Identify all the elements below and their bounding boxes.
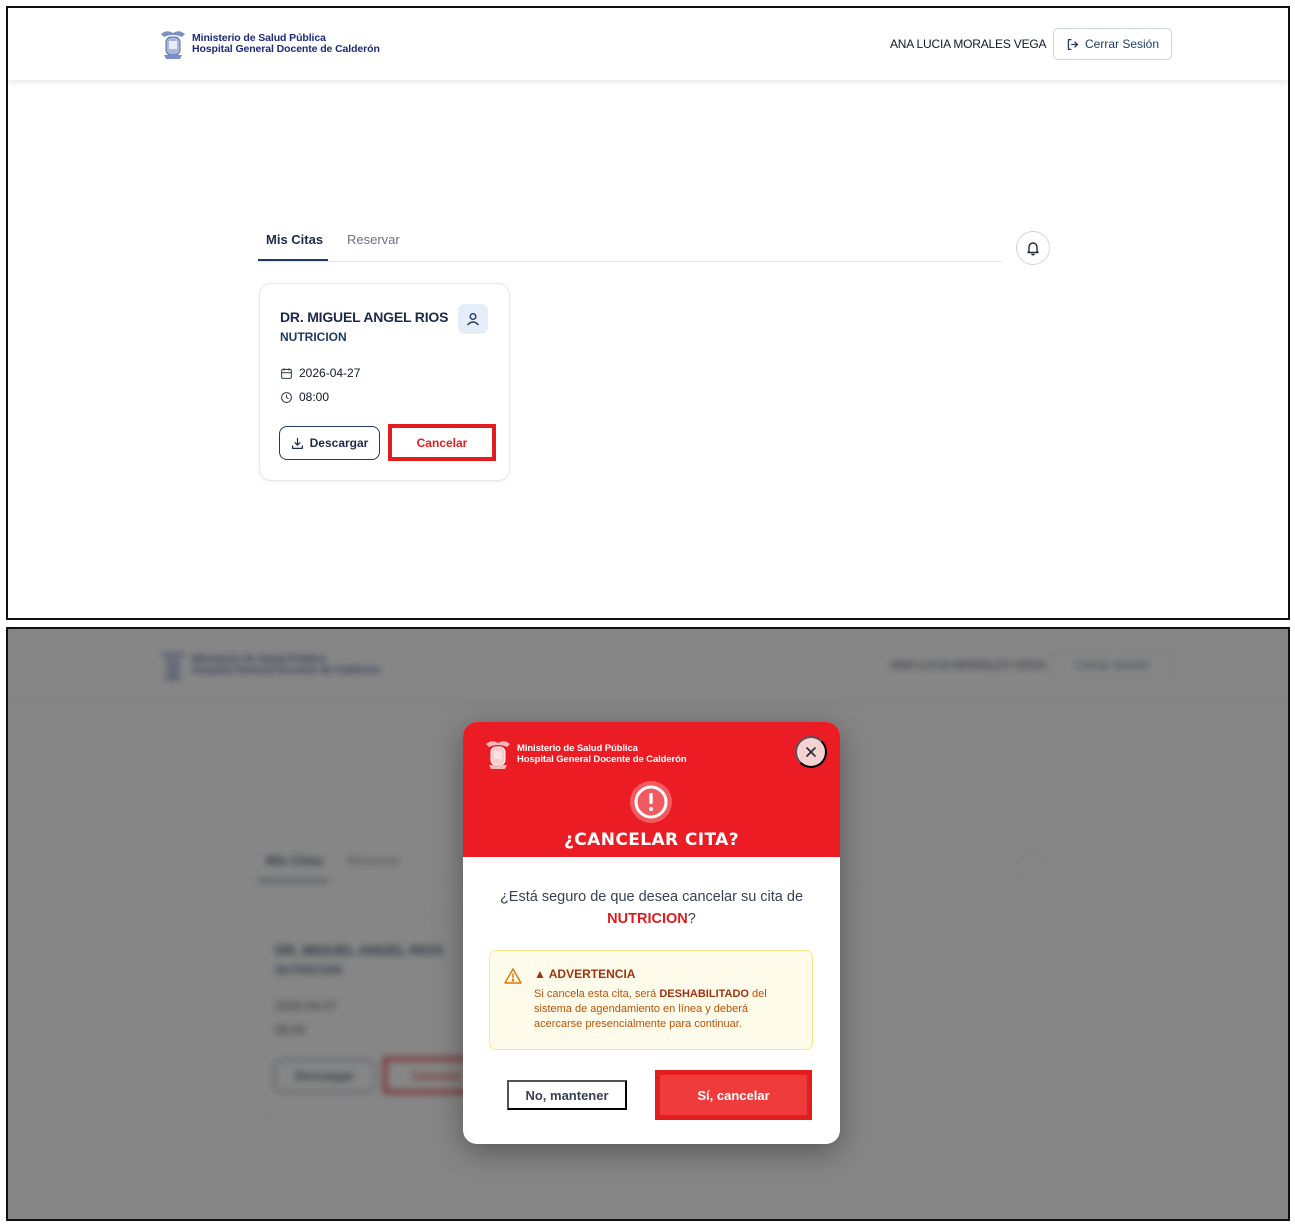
appointment-card: DR. MIGUEL ANGEL RIOS NUTRICION 2026-04-… xyxy=(259,283,510,481)
calendar-icon xyxy=(281,367,292,379)
notifications-button[interactable] xyxy=(1016,231,1050,265)
user-name: ANA LUCIA MORALES VEGA xyxy=(890,37,1047,51)
doctor-name: DR. MIGUEL ANGEL RIOS xyxy=(280,309,449,325)
dialog-header: Ministerio de Salud Pública Hospital Gen… xyxy=(463,722,840,857)
doctor-avatar xyxy=(458,304,488,334)
logout-icon xyxy=(1067,38,1079,50)
warning-text: Si cancela esta cita, será DESHABILITADO… xyxy=(534,987,794,1032)
appointment-time: 08:00 xyxy=(299,390,330,404)
tab-mis-citas[interactable]: Mis Citas xyxy=(266,232,323,247)
appointment-specialty: NUTRICION xyxy=(280,330,347,344)
keep-appointment-button[interactable]: No, mantener xyxy=(507,1080,627,1110)
download-label: Descargar xyxy=(309,436,369,450)
close-icon xyxy=(806,747,816,757)
user-icon xyxy=(466,313,480,326)
appointments-screen: Ministerio de Salud Pública Hospital Gen… xyxy=(6,6,1290,620)
appointment-time-row: 08:00 xyxy=(280,390,329,404)
warning-emphasis: DESHABILITADO xyxy=(659,988,749,1000)
dialog-logo: Ministerio de Salud Pública Hospital Gen… xyxy=(485,738,687,770)
warning-title: ▲ ADVERTENCIA xyxy=(534,967,636,981)
active-tab-indicator xyxy=(258,259,328,261)
hospital-logo[interactable]: Ministerio de Salud Pública Hospital Gen… xyxy=(160,28,380,60)
question-prefix: ¿Está seguro de que desea cancelar su ci… xyxy=(499,889,804,905)
confirm-question: ¿Está seguro de que desea cancelar su ci… xyxy=(483,886,820,930)
appointment-tabs: Mis Citas Reservar xyxy=(258,222,1002,262)
clock-icon xyxy=(281,391,292,403)
confirm-cancel-label: Sí, cancelar xyxy=(660,1075,807,1115)
bell-icon xyxy=(1027,242,1039,256)
appointment-date-row: 2026-04-27 xyxy=(280,366,360,380)
cancel-appointment-button[interactable]: Cancelar xyxy=(388,424,496,461)
question-suffix: ? xyxy=(687,911,696,927)
logout-label: Cerrar Sesión xyxy=(1084,37,1160,51)
warning-box: ▲ ADVERTENCIA Si cancela esta cita, será… xyxy=(489,950,813,1050)
hospital-name: Hospital General Docente de Calderón xyxy=(192,43,380,55)
logout-button[interactable]: Cerrar Sesión xyxy=(1053,28,1172,60)
crest-logo-icon xyxy=(161,31,185,59)
cancel-dialog: Ministerio de Salud Pública Hospital Gen… xyxy=(463,722,840,1144)
warning-text-part1: Si cancela esta cita, será xyxy=(534,988,660,1000)
alert-circle-icon xyxy=(630,781,672,823)
appointment-date: 2026-04-27 xyxy=(299,366,361,380)
dialog-crest-icon xyxy=(486,741,510,769)
close-dialog-button[interactable] xyxy=(795,736,827,768)
tab-reservar[interactable]: Reservar xyxy=(347,232,400,247)
dialog-ministry-name: Ministerio de Salud Pública xyxy=(517,743,638,754)
download-button[interactable]: Descargar xyxy=(279,426,380,460)
download-icon xyxy=(291,437,303,449)
cancel-confirmation-screen: Ministerio de Salud Pública Hospital Gen… xyxy=(6,627,1290,1221)
dialog-title: ¿CANCELAR CITA? xyxy=(564,830,739,850)
dialog-hospital-name: Hospital General Docente de Calderón xyxy=(517,754,687,765)
warning-triangle-icon xyxy=(504,968,522,984)
question-specialty: NUTRICION xyxy=(607,911,688,927)
confirm-cancel-button[interactable]: Sí, cancelar xyxy=(655,1070,812,1120)
top-header: Ministerio de Salud Pública Hospital Gen… xyxy=(8,8,1288,80)
